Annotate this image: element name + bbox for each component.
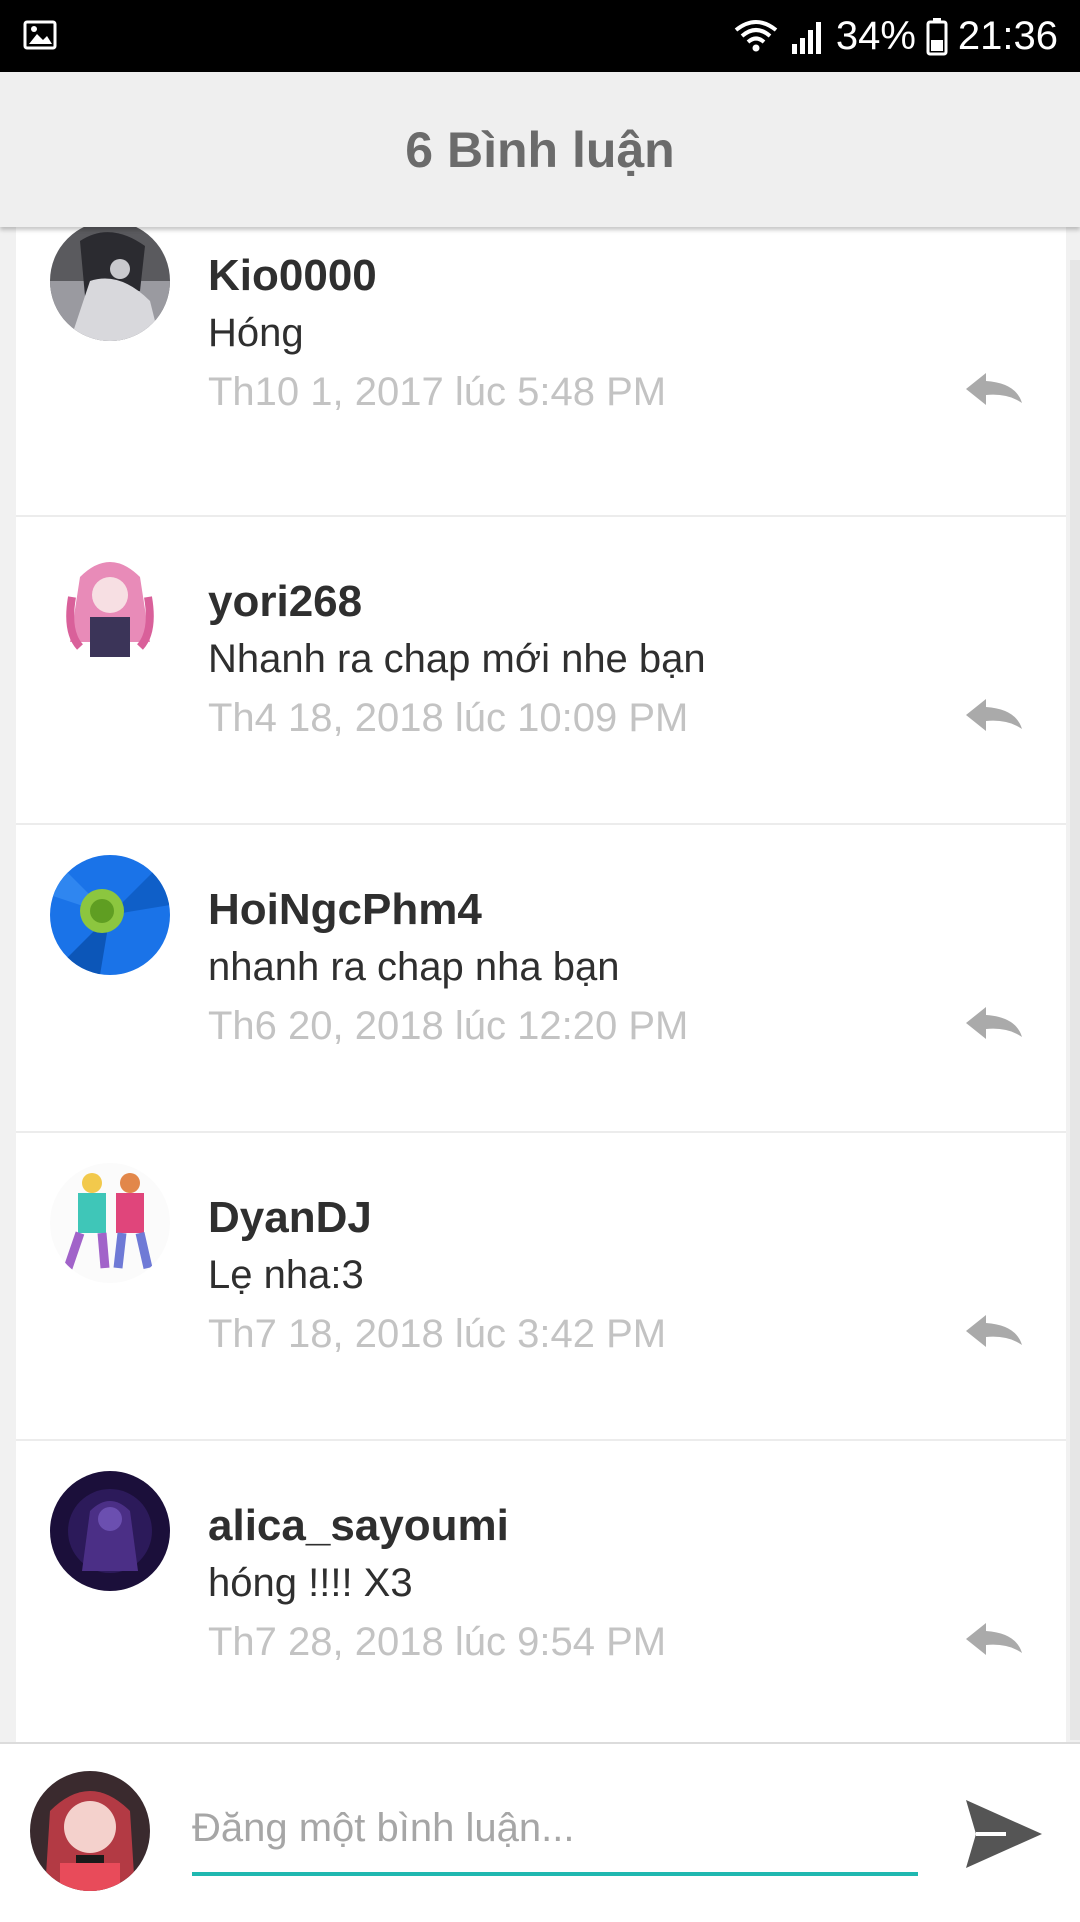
comment-text: Hóng [208,311,304,355]
scrollbar[interactable] [1070,260,1080,1740]
comment-item: alica_sayoumi hóng !!!! X3 Th7 28, 2018 … [16,1441,1066,1742]
user-avatar[interactable] [50,855,170,975]
app-bar: 6 Bình luận [0,72,1080,227]
user-avatar[interactable] [50,1471,170,1591]
comment-list[interactable]: Kio0000 Hóng Th10 1, 2017 lúc 5:48 PM yo… [16,227,1066,1742]
clock-time: 21:36 [957,13,1058,58]
user-avatar[interactable] [50,1163,170,1283]
current-user-avatar[interactable] [30,1771,150,1891]
comment-date: Th6 20, 2018 lúc 12:20 PM [208,1004,689,1048]
comment-input[interactable] [192,1784,918,1876]
comment-date: Th7 18, 2018 lúc 3:42 PM [208,1312,667,1356]
comment-username[interactable]: Kio0000 [208,251,377,301]
comment-composer [0,1742,1080,1922]
page-title: 6 Bình luận [405,121,675,178]
signal-icon [791,22,821,54]
user-avatar[interactable] [50,227,170,341]
status-icons: 34% 21:36 [732,0,1058,72]
comment-username[interactable]: yori268 [208,577,362,627]
reply-icon[interactable] [962,1311,1026,1351]
reply-icon[interactable] [962,1003,1026,1043]
wifi-icon [734,20,778,52]
reply-icon[interactable] [962,369,1026,409]
comment-username[interactable]: HoiNgcPhm4 [208,885,482,935]
comment-date: Th10 1, 2017 lúc 5:48 PM [208,370,667,414]
comment-username[interactable]: alica_sayoumi [208,1501,509,1551]
comment-text: nhanh ra chap nha bạn [208,945,620,989]
comment-item: HoiNgcPhm4 nhanh ra chap nha bạn Th6 20,… [16,825,1066,1133]
reply-icon[interactable] [962,695,1026,735]
comment-text: Nhanh ra chap mới nhe bạn [208,637,706,681]
gallery-icon [23,20,57,50]
send-icon[interactable] [962,1792,1046,1876]
comment-item: Kio0000 Hóng Th10 1, 2017 lúc 5:48 PM [16,227,1066,517]
comment-text: Lẹ nha:3 [208,1253,364,1297]
comment-text: hóng !!!! X3 [208,1561,413,1605]
comment-item: yori268 Nhanh ra chap mới nhe bạn Th4 18… [16,517,1066,825]
user-avatar[interactable] [50,547,170,667]
battery-percent: 34% [835,13,916,58]
comment-username[interactable]: DyanDJ [208,1193,372,1243]
status-bar: 34% 21:36 [0,0,1080,72]
comment-date: Th4 18, 2018 lúc 10:09 PM [208,696,689,740]
reply-icon[interactable] [962,1619,1026,1659]
comment-date: Th7 28, 2018 lúc 9:54 PM [208,1620,667,1664]
comment-item: DyanDJ Lẹ nha:3 Th7 18, 2018 lúc 3:42 PM [16,1133,1066,1441]
battery-icon [926,18,948,56]
